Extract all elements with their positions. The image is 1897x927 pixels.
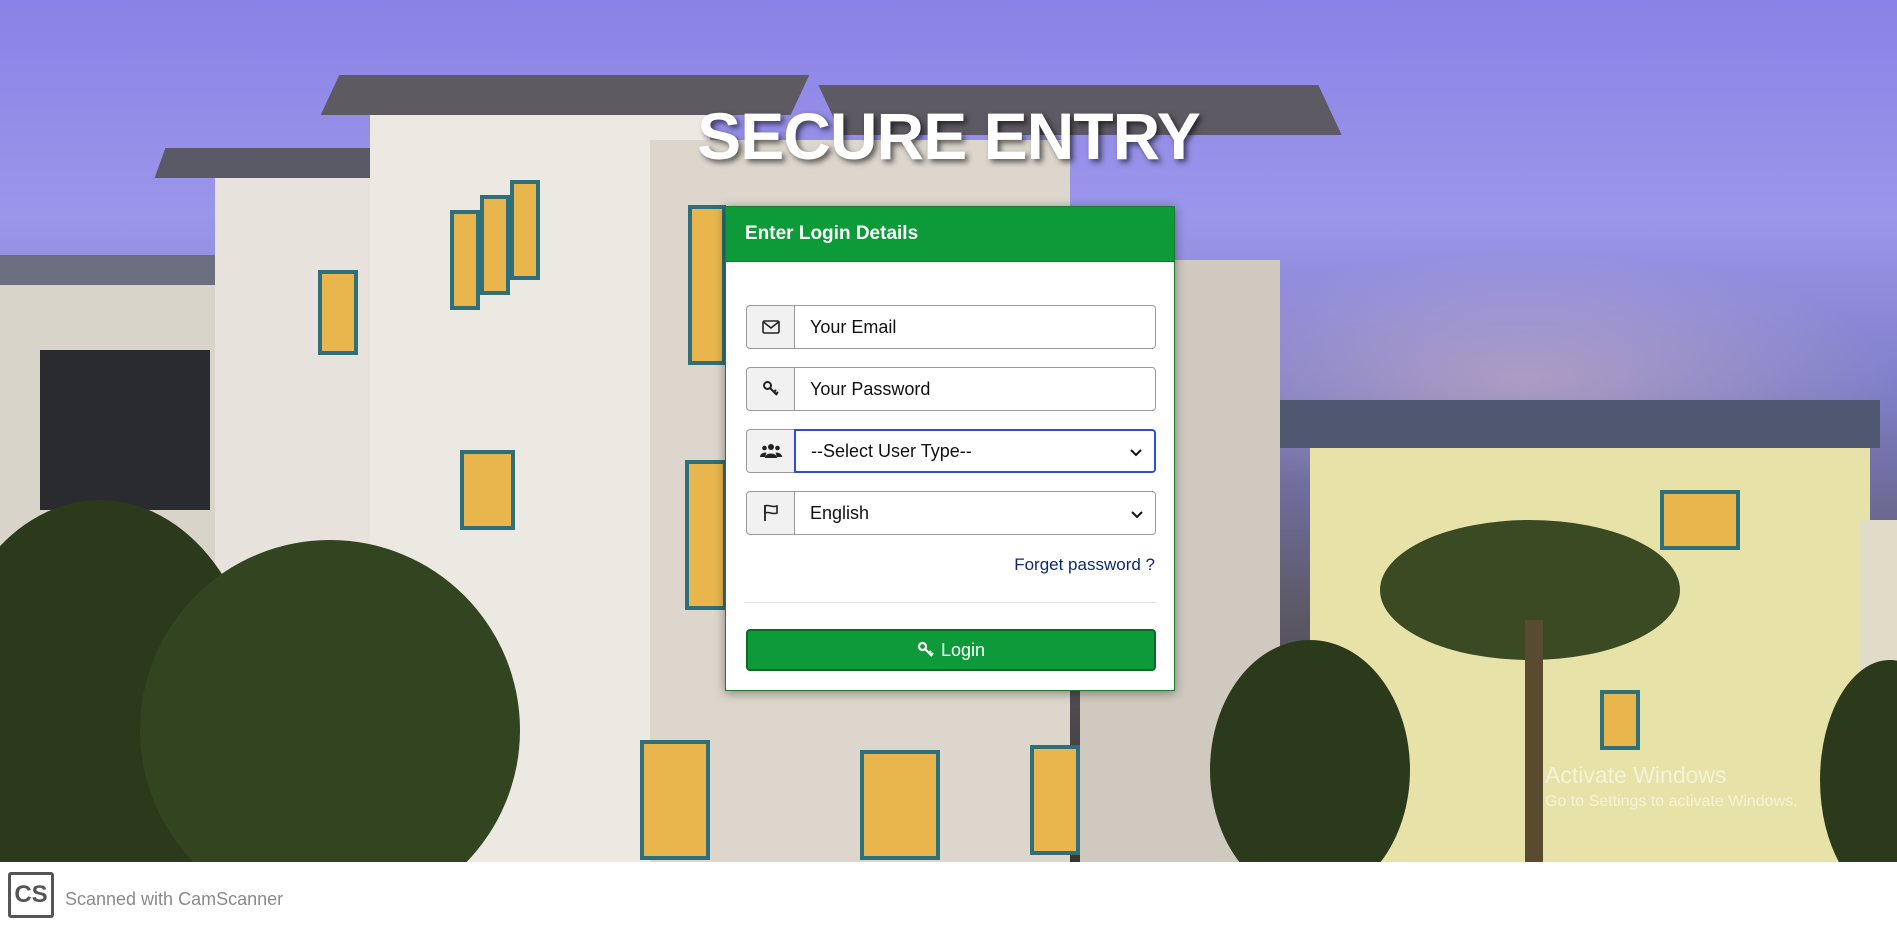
watermark-title: Activate Windows	[1545, 762, 1727, 788]
email-field[interactable]: Your Email	[794, 305, 1156, 349]
language-select[interactable]: English	[794, 491, 1156, 535]
password-row: Your Password	[746, 367, 1156, 411]
login-card: Enter Login Details Your Email Your Pass…	[725, 206, 1175, 691]
password-field[interactable]: Your Password	[794, 367, 1156, 411]
user-type-value: --Select User Type--	[811, 440, 972, 461]
forgot-password-link[interactable]: Forget password ?	[1014, 555, 1155, 575]
flag-icon	[746, 491, 794, 535]
login-button[interactable]: Login	[746, 629, 1156, 671]
scanner-footer	[0, 862, 1897, 927]
email-row: Your Email	[746, 305, 1156, 349]
key-icon	[917, 641, 935, 659]
page-title: SECURE ENTRY	[697, 99, 1201, 173]
windows-activation-watermark: Activate Windows Go to Settings to activ…	[1545, 762, 1798, 811]
language-value: English	[810, 502, 870, 523]
login-label: Login	[940, 639, 986, 660]
key-icon	[746, 367, 794, 411]
divider	[744, 602, 1156, 603]
user-type-row: --Select User Type--	[746, 429, 1156, 473]
camscanner-logo: CS	[8, 872, 54, 918]
camscanner-text: Scanned with CamScanner	[65, 889, 284, 909]
user-type-select[interactable]: --Select User Type--	[794, 429, 1156, 473]
watermark-subtitle: Go to Settings to activate Windows.	[1545, 793, 1798, 810]
chevron-down-icon	[1130, 441, 1142, 462]
chevron-down-icon	[1131, 503, 1143, 524]
envelope-icon	[746, 305, 794, 349]
users-icon	[746, 429, 794, 473]
card-heading: Enter Login Details	[726, 207, 1174, 262]
language-row: English	[746, 491, 1156, 535]
